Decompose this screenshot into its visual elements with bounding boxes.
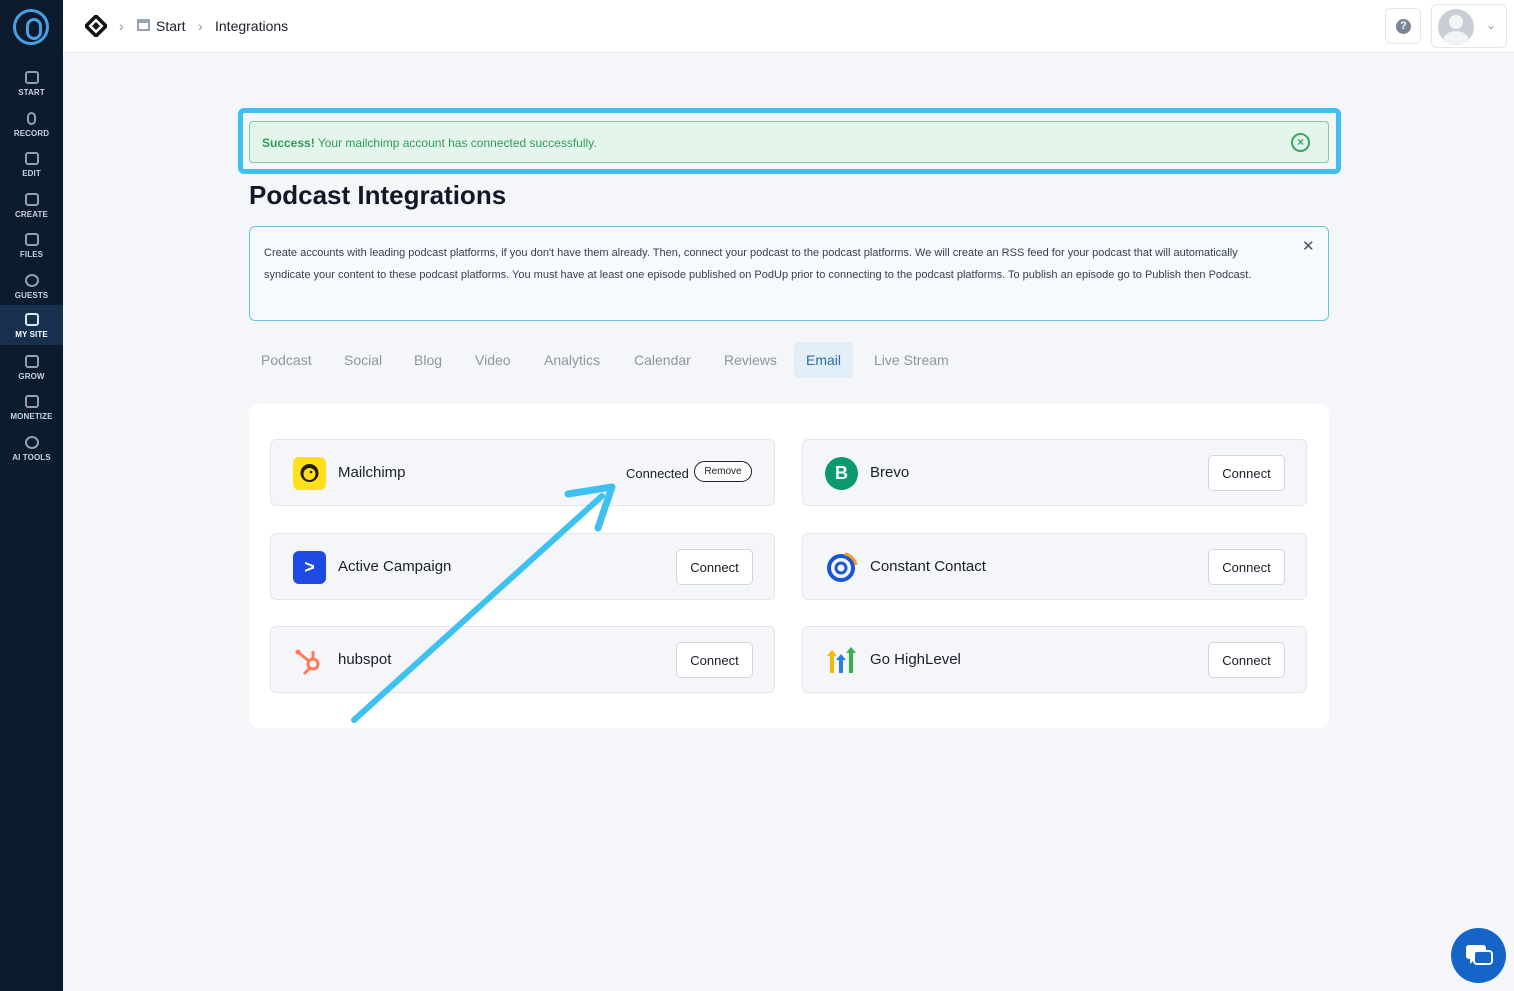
sidebar-item-label: START <box>18 88 45 97</box>
sidebar-item-grow[interactable]: GROW <box>0 350 63 390</box>
sidebar-item-label: RECORD <box>13 129 50 138</box>
info-text: Create accounts with leading podcast pla… <box>264 247 1252 281</box>
constant-contact-icon <box>825 551 858 584</box>
help-icon: ? <box>1396 19 1411 34</box>
go-highlevel-icon <box>825 644 858 677</box>
sidebar-item-label: AI TOOLS <box>12 453 51 462</box>
integration-name: Brevo <box>870 464 910 481</box>
integration-card-constant-contact: Constant Contact Connect <box>802 533 1307 600</box>
connect-button[interactable]: Connect <box>1208 642 1285 678</box>
tab-calendar[interactable]: Calendar <box>622 342 703 378</box>
integration-card-active-campaign: > Active Campaign Connect <box>270 533 775 600</box>
brand-icon[interactable] <box>85 15 107 37</box>
integration-name: Mailchimp <box>338 464 406 481</box>
create-icon <box>24 193 39 206</box>
files-icon <box>24 233 39 246</box>
monetize-icon <box>24 395 39 408</box>
sidebar-item-files[interactable]: FILES <box>0 228 63 268</box>
chat-button[interactable] <box>1451 928 1506 983</box>
breadcrumb-integrations: Integrations <box>215 18 289 34</box>
info-box: Create accounts with leading podcast pla… <box>249 226 1329 321</box>
integration-name: Constant Contact <box>870 558 986 575</box>
integration-card-hubspot: hubspot Connect <box>270 626 775 693</box>
close-icon[interactable]: ✕ <box>1302 237 1315 255</box>
sidebar-item-monetize[interactable]: MONETIZE <box>0 390 63 430</box>
chevron-down-icon: ⌄ <box>1486 18 1497 32</box>
connect-button[interactable]: Connect <box>676 549 753 585</box>
avatar <box>1438 9 1474 45</box>
breadcrumb-start[interactable]: Start <box>156 18 186 34</box>
sidebar-item-ai-tools[interactable]: AI TOOLS <box>0 431 63 471</box>
tab-video[interactable]: Video <box>463 342 523 378</box>
success-alert: Success! Your mailchimp account has conn… <box>249 121 1329 163</box>
my-site-icon <box>24 313 39 326</box>
sidebar-item-label: CREATE <box>15 210 48 219</box>
connect-button[interactable]: Connect <box>676 642 753 678</box>
breadcrumb-separator-icon: › <box>119 18 124 34</box>
sidebar-item-label: GROW <box>18 372 45 381</box>
user-menu-button[interactable]: ⌄ <box>1431 4 1507 48</box>
hubspot-icon <box>293 644 326 677</box>
connect-button[interactable]: Connect <box>1208 455 1285 491</box>
app-logo[interactable] <box>13 9 49 45</box>
sidebar: START RECORD EDIT CREATE FILES GUESTS MY… <box>0 0 63 991</box>
brevo-icon: B <box>825 457 858 490</box>
integration-name: hubspot <box>338 651 392 668</box>
sidebar-item-my-site[interactable]: MY SITE <box>0 305 63 345</box>
help-button[interactable]: ? <box>1385 8 1421 44</box>
integrations-panel: Mailchimp Connected Remove B Brevo Conne… <box>249 404 1329 728</box>
top-bar: › Start › Integrations ? ⌄ <box>63 0 1514 53</box>
remove-button[interactable]: Remove <box>694 461 752 482</box>
tab-blog[interactable]: Blog <box>402 342 454 378</box>
sidebar-item-guests[interactable]: GUESTS <box>0 269 63 309</box>
chat-icon <box>1466 945 1493 965</box>
start-icon <box>24 71 39 84</box>
integration-card-go-highlevel: Go HighLevel Connect <box>802 626 1307 693</box>
integration-name: Active Campaign <box>338 558 452 575</box>
sidebar-item-label: FILES <box>19 250 44 259</box>
sidebar-item-label: EDIT <box>22 169 41 178</box>
integration-card-brevo: B Brevo Connect <box>802 439 1307 506</box>
guests-icon <box>24 274 39 287</box>
mailchimp-icon <box>293 457 326 490</box>
tab-podcast[interactable]: Podcast <box>249 342 324 378</box>
grow-icon <box>24 355 39 368</box>
tab-analytics[interactable]: Analytics <box>532 342 612 378</box>
integration-card-mailchimp: Mailchimp Connected Remove <box>270 439 775 506</box>
tab-live-stream[interactable]: Live Stream <box>862 342 961 378</box>
microphone-icon <box>27 112 36 125</box>
alert-strong: Success! <box>262 136 315 150</box>
tab-reviews[interactable]: Reviews <box>712 342 789 378</box>
close-icon[interactable]: × <box>1291 133 1310 152</box>
edit-icon <box>24 152 39 165</box>
tab-email[interactable]: Email <box>794 342 854 378</box>
sidebar-item-start[interactable]: START <box>0 66 63 106</box>
sidebar-item-label: MONETIZE <box>10 412 53 421</box>
store-icon <box>137 19 150 31</box>
ai-tools-icon <box>24 436 39 449</box>
integration-name: Go HighLevel <box>870 651 961 668</box>
sidebar-item-record[interactable]: RECORD <box>0 107 63 147</box>
page-title: Podcast Integrations <box>249 180 507 210</box>
sidebar-item-label: MY SITE <box>15 330 48 339</box>
alert-message: Your mailchimp account has connected suc… <box>314 136 597 150</box>
tab-social[interactable]: Social <box>332 342 394 378</box>
active-campaign-icon: > <box>293 551 326 584</box>
breadcrumb-separator-icon: › <box>198 18 203 34</box>
connected-status: Connected <box>626 466 689 481</box>
sidebar-item-create[interactable]: CREATE <box>0 188 63 228</box>
sidebar-item-edit[interactable]: EDIT <box>0 147 63 187</box>
sidebar-item-label: GUESTS <box>14 291 49 300</box>
connect-button[interactable]: Connect <box>1208 549 1285 585</box>
alert-text: Success! Your mailchimp account has conn… <box>262 136 597 150</box>
